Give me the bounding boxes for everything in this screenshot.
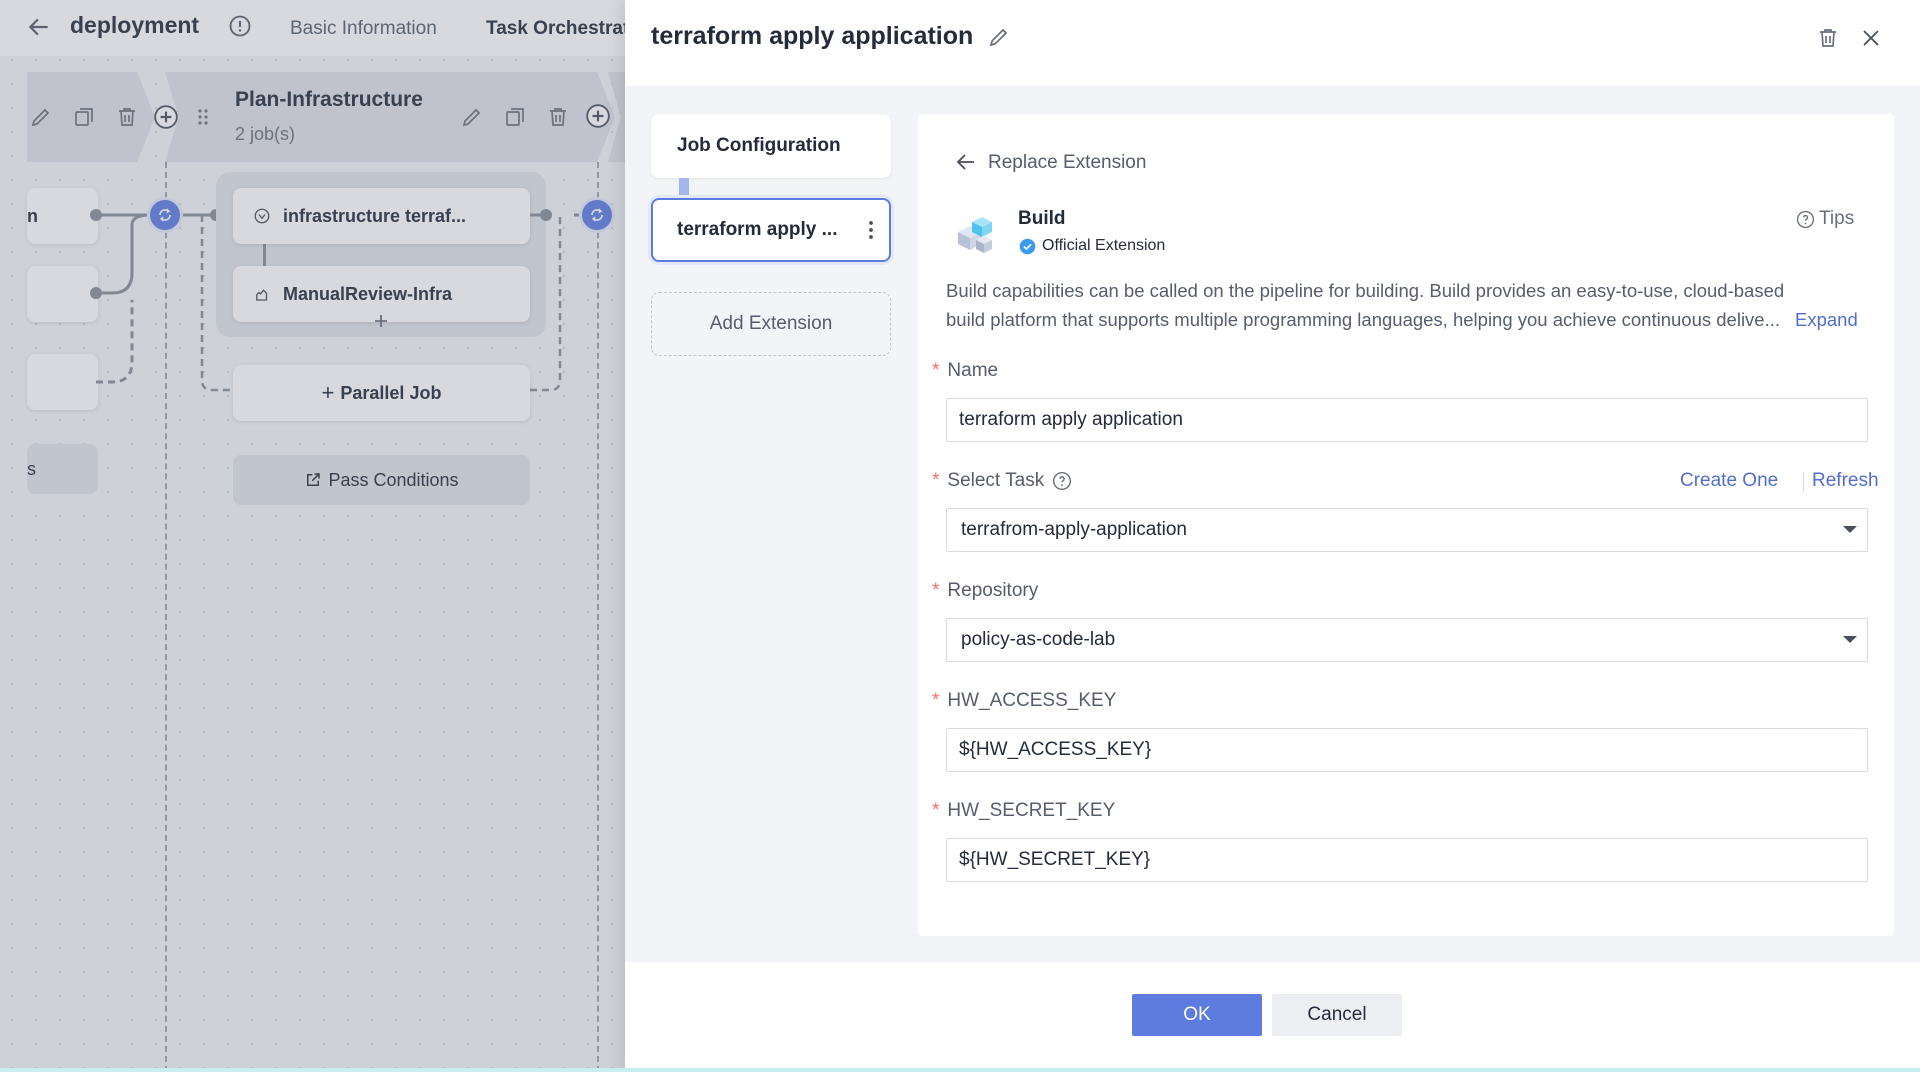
secret-key-input[interactable]: ${HW_SECRET_KEY} — [946, 838, 1868, 882]
select-task-value: terrafrom-apply-application — [961, 519, 1187, 540]
modal-overlay[interactable] — [0, 0, 640, 1072]
extension-config-panel: Replace Extension Build Official Extensi… — [918, 114, 1894, 936]
add-extension-label: Add Extension — [709, 313, 833, 334]
verified-badge-icon — [1019, 238, 1036, 255]
cancel-button[interactable]: Cancel — [1272, 994, 1402, 1036]
pipeline-canvas: deployment Basic Information Task Orches… — [0, 0, 640, 1072]
drawer-header: terraform apply application — [625, 0, 1920, 78]
name-label: * Name — [932, 360, 998, 382]
add-extension-button[interactable]: Add Extension — [651, 292, 891, 356]
replace-extension-link[interactable]: Replace Extension — [988, 152, 1146, 174]
bottom-edge — [0, 1068, 1920, 1072]
edit-title-icon[interactable] — [987, 25, 1011, 49]
name-input[interactable]: terraform apply application — [946, 398, 1868, 442]
access-key-label-text: HW_ACCESS_KEY — [947, 690, 1117, 711]
repository-label-text: Repository — [947, 580, 1039, 601]
nav-job-configuration[interactable]: Job Configuration — [651, 114, 891, 178]
expand-link[interactable]: Expand — [1795, 305, 1858, 334]
close-icon[interactable] — [1859, 26, 1883, 50]
chevron-down-icon — [1843, 636, 1857, 643]
build-extension-icon — [950, 210, 1002, 262]
name-label-text: Name — [947, 360, 999, 381]
more-vertical-icon[interactable] — [859, 218, 883, 242]
required-mark: * — [932, 800, 940, 821]
extension-description: build platform that supports multiple pr… — [946, 309, 1781, 330]
required-mark: * — [932, 690, 940, 711]
link-divider — [1803, 472, 1804, 492]
chevron-down-icon — [1843, 526, 1857, 533]
create-one-link[interactable]: Create One — [1680, 470, 1778, 492]
name-input-value: terraform apply application — [959, 409, 1183, 430]
job-config-drawer: terraform apply application Job Configur… — [625, 0, 1920, 1072]
ok-button[interactable]: OK — [1132, 994, 1262, 1036]
select-task-label: * Select Task — [932, 470, 1044, 492]
repository-dropdown[interactable]: policy-as-code-lab — [946, 618, 1868, 662]
drawer-body: Job Configuration terraform apply ... Ad… — [625, 86, 1920, 962]
extension-name: Build — [1018, 208, 1066, 229]
select-task-dropdown[interactable]: terrafrom-apply-application — [946, 508, 1868, 552]
secret-key-value: ${HW_SECRET_KEY} — [959, 849, 1151, 870]
required-mark: * — [932, 360, 940, 381]
drawer-footer: OK Cancel — [625, 962, 1920, 1072]
nav-connector — [679, 178, 689, 198]
required-mark: * — [932, 580, 940, 601]
repository-label: * Repository — [932, 580, 1038, 602]
help-circle-icon[interactable] — [1796, 210, 1815, 229]
secret-key-label-text: HW_SECRET_KEY — [947, 800, 1116, 821]
access-key-input[interactable]: ${HW_ACCESS_KEY} — [946, 728, 1868, 772]
drawer-title: terraform apply application — [651, 22, 974, 50]
extension-description: Build capabilities can be called on the … — [946, 280, 1785, 301]
tips-link[interactable]: Tips — [1819, 208, 1854, 230]
delete-icon[interactable] — [1816, 26, 1840, 50]
access-key-value: ${HW_ACCESS_KEY} — [959, 739, 1152, 760]
repository-value: policy-as-code-lab — [961, 629, 1116, 650]
refresh-link[interactable]: Refresh — [1812, 470, 1879, 492]
help-circle-icon[interactable] — [1052, 471, 1072, 491]
required-mark: * — [932, 470, 940, 491]
access-key-label: * HW_ACCESS_KEY — [932, 690, 1116, 712]
select-task-label-text: Select Task — [947, 470, 1045, 491]
official-extension-badge: Official Extension — [1042, 237, 1166, 254]
back-arrow-icon[interactable] — [954, 150, 978, 174]
nav-active-extension[interactable]: terraform apply ... — [651, 198, 891, 262]
secret-key-label: * HW_SECRET_KEY — [932, 800, 1115, 822]
nav-job-configuration-label: Job Configuration — [677, 135, 841, 156]
nav-active-extension-label: terraform apply ... — [677, 219, 838, 240]
